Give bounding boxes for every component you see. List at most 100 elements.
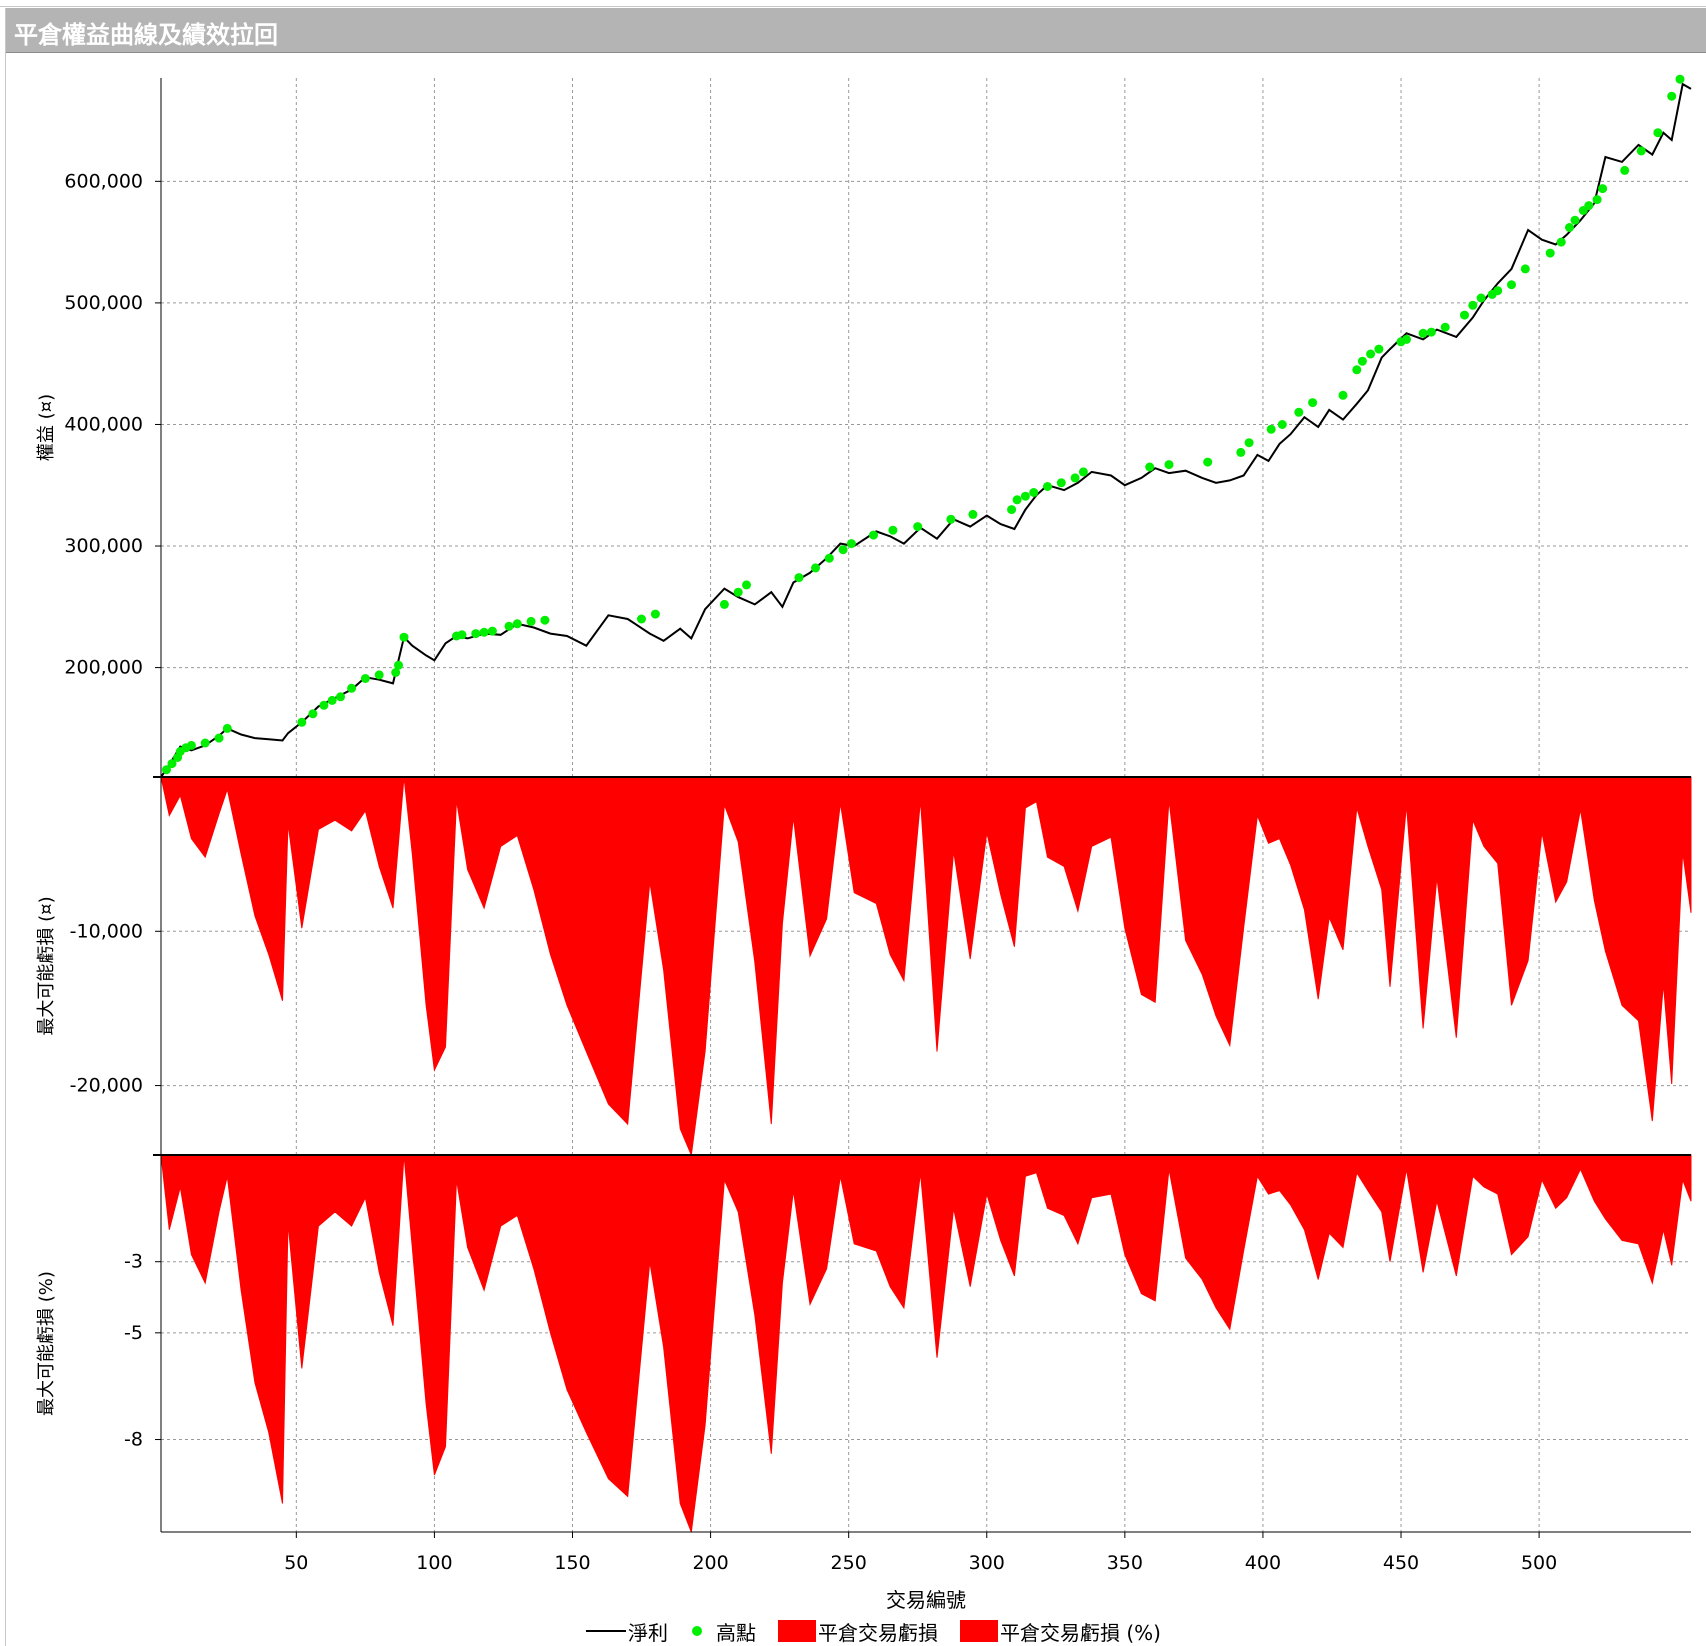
high-point <box>1012 495 1022 505</box>
high-point <box>1468 300 1478 310</box>
legend-drawdown-label: 平倉交易虧損 <box>818 1620 938 1645</box>
high-point <box>1056 478 1066 488</box>
red-swatch-icon <box>960 1620 998 1642</box>
line-swatch-icon <box>586 1630 626 1632</box>
high-point <box>487 626 497 636</box>
high-point <box>319 700 329 710</box>
high-point <box>637 614 646 624</box>
y-tick-label: 200,000 <box>64 657 143 679</box>
high-point <box>1598 184 1608 194</box>
high-point <box>1620 165 1630 175</box>
high-point <box>1266 424 1276 434</box>
high-point <box>1570 215 1580 225</box>
x-tick-label: 150 <box>554 1552 590 1574</box>
high-point <box>1584 201 1594 211</box>
high-point <box>540 615 550 625</box>
legend-drawdown-pct-label: 平倉交易虧損 (%) <box>1000 1620 1161 1645</box>
high-point <box>888 525 898 535</box>
legend-net-profit-label: 淨利 <box>628 1620 668 1645</box>
high-point <box>838 545 848 555</box>
red-swatch-icon <box>778 1620 816 1642</box>
legend-drawdown-pct: 平倉交易虧損 (%) <box>960 1617 1161 1646</box>
high-point <box>1277 420 1287 429</box>
high-point <box>1418 328 1428 338</box>
high-point <box>347 683 357 693</box>
equity-line-layer <box>160 82 1692 778</box>
high-point <box>1352 365 1362 375</box>
x-tick-label: 250 <box>831 1552 867 1574</box>
high-point <box>1338 390 1348 400</box>
x-tick-label: 500 <box>1521 1552 1557 1574</box>
y-tick-label: 600,000 <box>64 170 143 192</box>
high-point <box>1476 293 1486 303</box>
high-point <box>222 723 232 733</box>
high-point <box>1507 280 1516 290</box>
legend-drawdown: 平倉交易虧損 <box>778 1617 938 1646</box>
high-point <box>214 733 224 743</box>
high-point <box>399 632 409 642</box>
high-point <box>200 738 210 748</box>
high-point <box>1020 491 1030 501</box>
high-point <box>1460 310 1469 320</box>
legend-new-high-label: 高點 <box>716 1620 756 1645</box>
y-tick-label: 500,000 <box>64 292 143 314</box>
x-tick-label: 450 <box>1383 1552 1419 1574</box>
high-point <box>394 660 403 670</box>
high-point <box>1520 264 1530 274</box>
high-point <box>794 573 804 583</box>
legend-net-profit: 淨利 <box>586 1617 668 1646</box>
high-point <box>1440 322 1450 332</box>
high-point <box>308 709 318 719</box>
equity-line <box>160 82 1692 778</box>
drawdown-pct-area <box>160 1154 1692 1533</box>
high-point <box>526 616 536 626</box>
high-point <box>946 514 956 524</box>
high-point <box>1402 334 1411 344</box>
high-point <box>1078 467 1088 477</box>
chart-area: 50 100 150 200 250 300 350 400 450 500 200,000 300,… <box>36 74 1692 1612</box>
high-point <box>913 522 923 532</box>
high-point <box>471 629 481 639</box>
high-point <box>297 717 307 727</box>
high-point <box>811 563 820 573</box>
high-point <box>1203 457 1213 467</box>
high-point <box>1070 473 1080 483</box>
high-point <box>1667 91 1677 101</box>
high-point <box>846 539 856 549</box>
high-point <box>1357 356 1367 366</box>
high-point <box>1145 462 1155 472</box>
high-point <box>1244 438 1254 448</box>
high-point <box>1236 447 1246 457</box>
high-point <box>457 630 467 640</box>
y-tick-label: -8 <box>124 1429 143 1451</box>
high-point <box>1029 488 1039 497</box>
high-point <box>512 619 522 629</box>
high-point <box>327 695 337 705</box>
high-point <box>1294 407 1304 417</box>
dot-swatch-icon <box>692 1626 702 1636</box>
high-point <box>824 553 834 563</box>
high-point <box>1675 74 1685 84</box>
x-tick-label: 50 <box>284 1552 308 1574</box>
drawdown-pct-axis-title: 最大可能虧損 (%) <box>36 1271 57 1416</box>
high-point <box>1653 128 1663 138</box>
x-tick-label: 400 <box>1245 1552 1281 1574</box>
high-point <box>360 674 370 683</box>
y-tick-label: -5 <box>124 1322 143 1344</box>
x-tick-label: 350 <box>1107 1552 1143 1574</box>
x-tick-label: 300 <box>969 1552 1005 1574</box>
high-point <box>968 509 978 519</box>
high-point <box>1366 349 1376 359</box>
high-point <box>1308 398 1318 408</box>
y-tick-label: -3 <box>124 1251 143 1273</box>
high-point <box>733 587 743 597</box>
high-point <box>650 609 660 619</box>
high-point <box>1545 248 1555 258</box>
drawdown-area <box>160 776 1692 1157</box>
high-point <box>1164 460 1174 470</box>
legend-new-high: 高點 <box>690 1617 756 1646</box>
y-tick-label: -20,000 <box>70 1075 143 1097</box>
high-point <box>742 580 751 590</box>
high-point <box>1565 223 1574 232</box>
high-point <box>1493 286 1503 296</box>
